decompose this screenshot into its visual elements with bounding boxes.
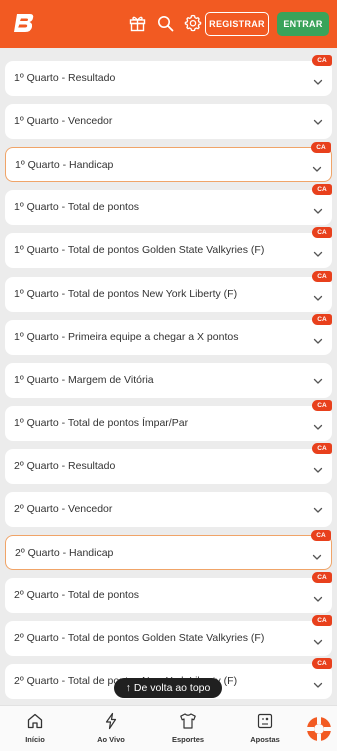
market-label: 1º Quarto - Handicap (15, 159, 114, 172)
market-label: 1º Quarto - Total de pontos (14, 201, 140, 214)
register-button[interactable]: REGISTRAR (205, 12, 269, 36)
chevron-down-icon[interactable] (312, 679, 324, 691)
cash-out-badge: CA (312, 399, 332, 411)
market-row[interactable]: 1º Quarto - Margem de Vitória (5, 362, 332, 398)
top-bar: REGISTRAR ENTRAR (0, 0, 337, 48)
chevron-down-icon[interactable] (312, 464, 324, 476)
market-label: 1º Quarto - Total de pontos Ímpar/Par (14, 416, 189, 429)
cash-out-badge: CA (311, 530, 331, 542)
chevron-down-icon[interactable] (312, 292, 324, 304)
live-bolt-icon (102, 712, 120, 730)
chevron-down-icon[interactable] (312, 375, 324, 387)
nav-label-apostas: Apostas (250, 735, 280, 744)
market-label: 2º Quarto - Total de pontos (14, 589, 140, 602)
market-row[interactable]: 2º Quarto - Vencedor (5, 492, 332, 527)
brand-logo[interactable] (12, 11, 36, 35)
settings-icon[interactable] (183, 13, 203, 33)
chevron-down-icon[interactable] (312, 116, 324, 128)
market-row[interactable]: 1º Quarto - Total de pontos Golden State… (5, 227, 332, 269)
market-label: 2º Quarto - Handicap (15, 547, 114, 560)
search-icon[interactable] (155, 13, 175, 33)
market-row[interactable]: 1º Quarto - Total de pontos CA (5, 184, 332, 226)
bottom-nav: Início Ao Vivo Esportes Apostas (0, 705, 337, 751)
cash-out-badge: CA (312, 184, 332, 196)
market-label: 1º Quarto - Primeira equipe a chegar a X… (14, 330, 239, 343)
chevron-down-icon[interactable] (311, 163, 323, 175)
gift-icon[interactable] (127, 13, 147, 33)
market-label: 2º Quarto - Resultado (14, 459, 116, 472)
cash-out-badge: CA (312, 442, 332, 454)
market-label: 1º Quarto - Total de pontos New York Lib… (14, 287, 238, 300)
chevron-down-icon[interactable] (312, 504, 324, 516)
home-icon (26, 712, 44, 730)
market-row[interactable]: 1º Quarto - Primeira equipe a chegar a X… (5, 313, 332, 355)
nav-label-ao-vivo: Ao Vivo (97, 735, 125, 744)
chevron-down-icon[interactable] (311, 551, 323, 563)
login-button[interactable]: ENTRAR (277, 12, 329, 36)
brand-logo-mark (14, 14, 34, 32)
market-label: 2º Quarto - Total de pontos Golden State… (14, 632, 265, 645)
chevron-down-icon[interactable] (312, 636, 324, 648)
support-lifebuoy-icon (307, 717, 331, 741)
market-row[interactable]: 1º Quarto - Total de pontos New York Lib… (5, 270, 332, 312)
market-label: 1º Quarto - Vencedor (14, 115, 113, 128)
market-row[interactable]: 1º Quarto - Handicap CA (5, 142, 332, 183)
chevron-down-icon[interactable] (312, 593, 324, 605)
support-button[interactable] (301, 708, 337, 750)
nav-item-ao-vivo[interactable]: Ao Vivo (86, 712, 136, 744)
chevron-down-icon[interactable] (312, 335, 324, 347)
cash-out-badge: CA (312, 227, 332, 239)
market-label: 1º Quarto - Resultado (14, 72, 116, 84)
market-row[interactable]: 1º Quarto - Resultado CA (5, 55, 332, 96)
nav-item-esportes[interactable]: Esportes (163, 712, 213, 744)
back-to-top-label: De volta ao topo (133, 682, 211, 694)
market-row[interactable]: 2º Quarto - Total de pontos Golden State… (5, 615, 332, 657)
cash-out-badge: CA (312, 658, 332, 670)
nav-label-esportes: Esportes (171, 735, 205, 744)
arrow-up-icon: ↑ (125, 682, 131, 694)
nav-item-apostas[interactable]: Apostas (240, 712, 290, 744)
market-row[interactable]: 1º Quarto - Vencedor (5, 104, 332, 140)
jersey-icon (179, 712, 197, 730)
market-row[interactable]: 2º Quarto - Resultado CA (5, 442, 332, 484)
betslip-icon (256, 712, 274, 730)
chevron-down-icon[interactable] (312, 421, 324, 433)
cash-out-badge: CA (312, 313, 332, 325)
market-label: 1º Quarto - Total de pontos Golden State… (14, 244, 265, 257)
cash-out-badge: CA (312, 270, 332, 282)
cash-out-badge: CA (312, 572, 332, 584)
market-label: 2º Quarto - Vencedor (14, 503, 113, 515)
chevron-down-icon[interactable] (312, 205, 324, 217)
market-row[interactable]: 2º Quarto - Handicap CA (5, 530, 332, 571)
market-row[interactable]: 1º Quarto - Total de pontos Ímpar/Par CA (5, 399, 332, 441)
nav-label-inicio: Início (25, 735, 45, 744)
chevron-down-icon[interactable] (312, 76, 324, 88)
cash-out-badge: CA (312, 55, 332, 66)
nav-item-inicio[interactable]: Início (10, 712, 60, 744)
market-row[interactable]: 2º Quarto - Total de pontos CA (5, 572, 332, 614)
cash-out-badge: CA (311, 142, 331, 154)
cash-out-badge: CA (312, 615, 332, 627)
back-to-top-button[interactable]: ↑ De volta ao topo (114, 678, 222, 698)
chevron-down-icon[interactable] (312, 248, 324, 260)
market-label: 1º Quarto - Margem de Vitória (14, 373, 154, 386)
